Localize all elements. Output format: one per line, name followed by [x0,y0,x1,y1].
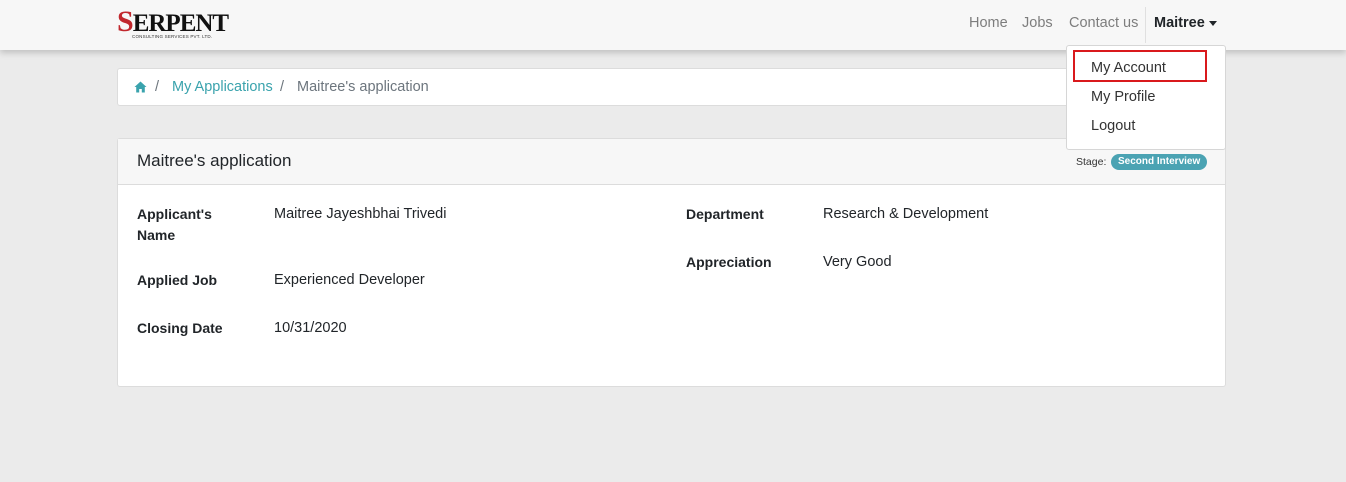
breadcrumb-current: Maitree's application [297,79,429,95]
page-title: Maitree's application [137,151,292,170]
top-navbar: SERPENT CONSULTING SERVICES PVT. LTD. Ho… [0,0,1346,50]
user-menu-toggle[interactable]: Maitree [1154,15,1205,31]
home-icon[interactable] [134,81,147,93]
card-header: Maitree's application Stage: Second Inte… [118,139,1225,185]
applied-job-label: Applied Job [137,272,218,288]
stage-label: Stage: [1076,156,1107,168]
breadcrumb-separator: / [280,79,285,95]
nav-home-link[interactable]: Home [969,15,1008,31]
chevron-down-icon[interactable] [1209,21,1217,26]
user-dropdown-menu: My Account My Profile Logout [1066,45,1226,150]
nav-jobs-link[interactable]: Jobs [1022,15,1053,31]
application-card: Maitree's application Stage: Second Inte… [117,138,1226,387]
menu-item-logout[interactable]: Logout [1091,118,1135,134]
department-label: Department [686,206,764,222]
nav-divider [1145,7,1146,43]
logo-wordmark: SERPENT [117,5,229,38]
logo-subtitle: CONSULTING SERVICES PVT. LTD. [132,34,213,39]
closing-date-label: Closing Date [137,320,223,336]
menu-item-my-account[interactable]: My Account [1091,60,1166,76]
closing-date-value: 10/31/2020 [274,320,347,336]
menu-item-my-profile[interactable]: My Profile [1091,89,1155,105]
company-logo[interactable]: SERPENT CONSULTING SERVICES PVT. LTD. [117,7,229,40]
appreciation-value: Very Good [823,254,892,270]
applicant-name-label: Applicant's Name [137,206,212,243]
appreciation-label: Appreciation [686,254,772,270]
applicant-name-value: Maitree Jayeshbhai Trivedi [274,206,447,222]
breadcrumb-separator: / [155,79,160,95]
applied-job-value: Experienced Developer [274,272,425,288]
department-value: Research & Development [823,206,989,222]
status-badge: Second Interview [1111,154,1208,170]
breadcrumb-my-applications[interactable]: My Applications [172,79,273,95]
nav-contact-link[interactable]: Contact us [1069,15,1138,31]
breadcrumb: / My Applications / Maitree's applicatio… [117,68,1226,106]
